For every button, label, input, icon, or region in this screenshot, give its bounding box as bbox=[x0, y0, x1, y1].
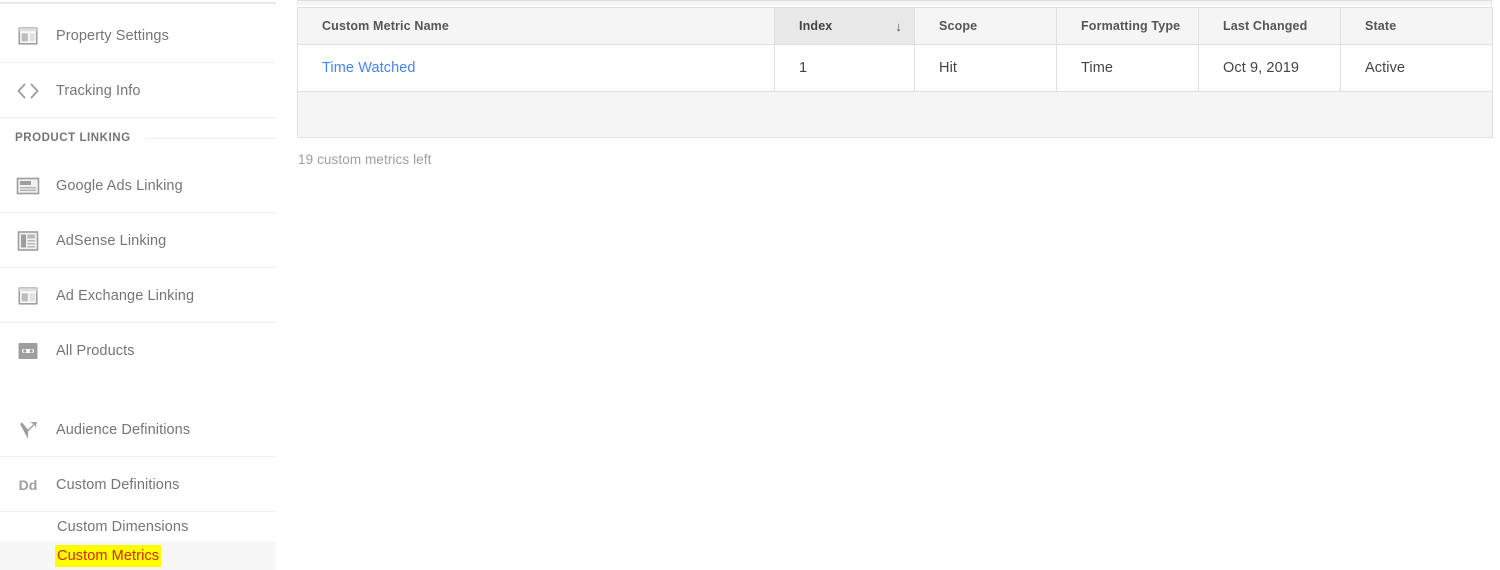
table-body: Time Watched 1 Hit Time Oct 9, 2019 Acti… bbox=[297, 44, 1493, 138]
custom-metrics-table: Custom Metric Name Index ↓ Scope Formatt… bbox=[297, 7, 1493, 138]
cell-state: Active bbox=[1340, 44, 1493, 92]
cell-index: 1 bbox=[774, 44, 915, 92]
sidebar-item-all-products[interactable]: All Products bbox=[0, 323, 276, 378]
screen-root: Property Settings Tracking Info PRODUCT … bbox=[0, 0, 1500, 570]
column-header-scope[interactable]: Scope bbox=[914, 7, 1057, 45]
sidebar-item-label: All Products bbox=[56, 342, 135, 359]
cell-scope: Hit bbox=[914, 44, 1057, 92]
sidebar-item-audience-definitions[interactable]: Audience Definitions bbox=[0, 402, 276, 457]
sidebar-subitem-label: Custom Metrics bbox=[55, 544, 162, 567]
cell-last-changed: Oct 9, 2019 bbox=[1198, 44, 1341, 92]
column-header-label: State bbox=[1365, 19, 1397, 33]
ad-exchange-icon bbox=[14, 282, 42, 310]
table-footer-cell bbox=[297, 91, 1493, 138]
audience-definitions-icon bbox=[14, 416, 42, 444]
column-header-last-changed[interactable]: Last Changed bbox=[1198, 7, 1341, 45]
table-header: Custom Metric Name Index ↓ Scope Formatt… bbox=[297, 7, 1493, 45]
table-footer-row bbox=[297, 91, 1493, 138]
sidebar-item-google-ads-linking[interactable]: Google Ads Linking bbox=[0, 158, 276, 213]
sidebar-section-label: PRODUCT LINKING bbox=[15, 132, 131, 144]
sidebar-section-product-linking: PRODUCT LINKING bbox=[0, 118, 276, 158]
sidebar-item-adsense-linking[interactable]: AdSense Linking bbox=[0, 213, 276, 268]
sidebar-subitem-custom-metrics[interactable]: Custom Metrics bbox=[0, 541, 276, 570]
sidebar-item-property-settings[interactable]: Property Settings bbox=[0, 8, 276, 63]
column-header-label: Custom Metric Name bbox=[322, 19, 450, 33]
sidebar-subitem-custom-dimensions[interactable]: Custom Dimensions bbox=[0, 512, 276, 541]
table-header-row: Custom Metric Name Index ↓ Scope Formatt… bbox=[297, 7, 1493, 45]
sidebar-item-label: Audience Definitions bbox=[56, 421, 191, 438]
column-header-label: Scope bbox=[939, 19, 978, 33]
sidebar-item-ad-exchange-linking[interactable]: Ad Exchange Linking bbox=[0, 268, 276, 323]
cell-custom-metric-name: Time Watched bbox=[297, 44, 775, 92]
left-sidebar-nav: Property Settings Tracking Info PRODUCT … bbox=[0, 0, 276, 570]
column-header-index[interactable]: Index ↓ bbox=[774, 7, 915, 45]
svg-text:Dd: Dd bbox=[19, 477, 38, 493]
column-header-state[interactable]: State bbox=[1340, 7, 1493, 45]
property-settings-icon bbox=[14, 22, 42, 50]
google-ads-icon bbox=[14, 172, 42, 200]
cell-formatting-type: Time bbox=[1056, 44, 1199, 92]
metrics-remaining-text: 19 custom metrics left bbox=[298, 152, 432, 167]
sidebar-item-label: Ad Exchange Linking bbox=[56, 287, 195, 304]
sidebar-top-divider bbox=[0, 2, 276, 4]
column-header-formatting-type[interactable]: Formatting Type bbox=[1056, 7, 1199, 45]
column-header-label: Index bbox=[799, 19, 833, 33]
column-header-label: Formatting Type bbox=[1081, 19, 1181, 33]
sidebar-item-label: Property Settings bbox=[56, 27, 169, 44]
sidebar-item-custom-definitions[interactable]: Dd Custom Definitions bbox=[0, 457, 276, 512]
metric-name-link[interactable]: Time Watched bbox=[322, 60, 416, 76]
table-row[interactable]: Time Watched 1 Hit Time Oct 9, 2019 Acti… bbox=[297, 44, 1493, 92]
custom-definitions-icon: Dd bbox=[14, 471, 42, 499]
sidebar-content-separator bbox=[276, 0, 277, 570]
adsense-icon bbox=[14, 227, 42, 255]
sidebar-subitem-label: Custom Dimensions bbox=[57, 518, 189, 535]
sidebar-item-tracking-info[interactable]: Tracking Info bbox=[0, 63, 276, 118]
sort-descending-icon[interactable]: ↓ bbox=[895, 20, 902, 33]
sidebar-item-label: Google Ads Linking bbox=[56, 177, 183, 194]
table-top-strip bbox=[297, 0, 1492, 5]
column-header-label: Last Changed bbox=[1223, 19, 1308, 33]
all-products-icon bbox=[14, 337, 42, 365]
sidebar-item-label: Tracking Info bbox=[56, 82, 141, 99]
sidebar-item-label: Custom Definitions bbox=[56, 476, 180, 493]
sidebar-item-label: AdSense Linking bbox=[56, 232, 167, 249]
main-content-area: Custom Metric Name Index ↓ Scope Formatt… bbox=[297, 0, 1500, 570]
section-rule bbox=[144, 137, 276, 139]
column-header-custom-metric-name[interactable]: Custom Metric Name bbox=[297, 7, 775, 45]
code-brackets-icon bbox=[14, 77, 42, 105]
